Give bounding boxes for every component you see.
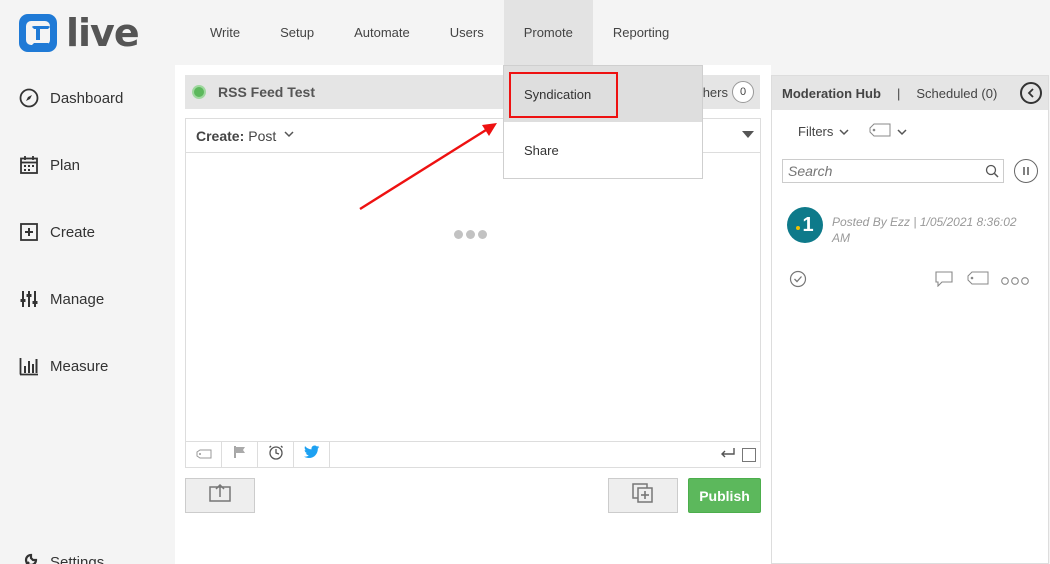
tab-moderation-hub[interactable]: Moderation Hub (782, 86, 881, 101)
sidebar-item-dashboard[interactable]: Dashboard (18, 87, 123, 109)
compass-icon (18, 87, 40, 109)
feed-title: RSS Feed Test (218, 84, 315, 100)
sidebar-item-label: Measure (50, 357, 109, 375)
chevron-down-icon[interactable] (839, 124, 849, 139)
search-box (782, 159, 1004, 183)
others-toggle[interactable]: hers 0 (703, 81, 754, 103)
clock-icon (268, 444, 284, 465)
select-checkbox[interactable] (742, 448, 756, 462)
calendar-icon (18, 154, 40, 176)
post-meta: Posted By Ezz | 1/05/2021 8:36:02 AM (832, 215, 1017, 245)
sidebar-item-create[interactable]: Create (18, 221, 95, 243)
schedule-button[interactable] (258, 442, 294, 467)
nav-setup[interactable]: Setup (260, 0, 334, 65)
comment-icon[interactable] (935, 271, 953, 292)
flag-button[interactable] (222, 442, 258, 467)
toolbar-right (720, 446, 756, 464)
search-input[interactable] (783, 160, 979, 182)
sidebar-item-label: Settings (50, 553, 105, 564)
tag-filter-icon[interactable] (869, 123, 891, 140)
create-type-value: Post (248, 127, 277, 144)
duplicate-button[interactable] (608, 478, 678, 513)
twitter-icon (303, 445, 320, 464)
sidebar-item-plan[interactable]: Plan (18, 154, 80, 176)
bar-chart-icon (18, 355, 40, 377)
avatar: 1 (787, 207, 823, 243)
editor-toolbar (186, 441, 760, 467)
moderation-tabs: Moderation Hub | Scheduled (0) (772, 76, 1048, 110)
sliders-icon (18, 288, 40, 310)
tab-scheduled[interactable]: Scheduled (0) (916, 86, 997, 101)
top-bar: live Write Setup Automate Users Promote … (0, 0, 1050, 65)
filters-bar: Filters (798, 123, 907, 140)
return-icon[interactable] (720, 446, 736, 464)
wrench-icon (18, 551, 40, 564)
nav-promote[interactable]: Promote (503, 0, 593, 65)
nav-automate[interactable]: Automate (334, 0, 430, 65)
collapse-panel-button[interactable] (1020, 82, 1042, 104)
more-options-icon[interactable] (1001, 273, 1029, 291)
nav-write[interactable]: Write (190, 0, 260, 65)
pause-button[interactable] (1014, 159, 1038, 183)
main-nav: Write Setup Automate Users Promote Repor… (190, 0, 689, 65)
sidebar-item-measure[interactable]: Measure (18, 355, 108, 377)
publish-button[interactable]: Publish (688, 478, 761, 513)
chevron-down-icon (284, 130, 294, 141)
chevron-down-icon[interactable] (897, 124, 907, 139)
sidebar-item-label: Manage (50, 290, 105, 308)
others-count-badge: 0 (732, 81, 754, 103)
twitter-button[interactable] (294, 442, 330, 467)
moderation-card: Moderation Hub | Scheduled (0) Filters 1… (771, 75, 1049, 564)
logo-text: live (66, 11, 140, 55)
plus-square-icon (18, 221, 40, 243)
tab-separator: | (896, 85, 901, 101)
sidebar: Dashboard Plan Create Manage Measure Set… (0, 65, 175, 564)
menu-item-syndication[interactable]: Syndication (504, 66, 702, 122)
post-actions (787, 269, 1032, 289)
feed-status-indicator (192, 85, 206, 99)
promote-dropdown: Syndication Share (503, 65, 703, 179)
upload-button[interactable] (185, 478, 255, 513)
nav-users[interactable]: Users (430, 0, 504, 65)
pause-icon (1023, 167, 1029, 175)
sidebar-item-manage[interactable]: Manage (18, 288, 104, 310)
app-logo[interactable]: live (19, 11, 140, 55)
loading-indicator (454, 230, 487, 239)
upload-icon (209, 483, 231, 507)
approve-icon[interactable] (789, 270, 807, 293)
create-label: Create: (196, 127, 245, 144)
search-icon[interactable] (985, 164, 999, 183)
flag-icon (233, 445, 247, 464)
sidebar-item-label: Plan (50, 156, 81, 174)
chevron-left-icon (1027, 88, 1034, 98)
filters-dropdown[interactable]: Filters (798, 124, 833, 139)
logo-icon (19, 14, 57, 52)
caret-down-icon[interactable] (742, 131, 754, 138)
sidebar-item-label: Create (50, 223, 96, 241)
duplicate-icon (632, 483, 654, 508)
sidebar-item-label: Dashboard (50, 89, 124, 107)
menu-item-share[interactable]: Share (504, 122, 702, 178)
nav-reporting[interactable]: Reporting (593, 0, 689, 65)
tag-icon[interactable] (967, 271, 989, 290)
moderation-panel: Moderation Hub | Scheduled (0) Filters 1… (771, 65, 1050, 564)
sidebar-item-settings[interactable]: Settings (18, 551, 104, 564)
tag-button[interactable] (186, 442, 222, 467)
tag-icon (196, 446, 212, 464)
others-label: hers (702, 84, 728, 100)
